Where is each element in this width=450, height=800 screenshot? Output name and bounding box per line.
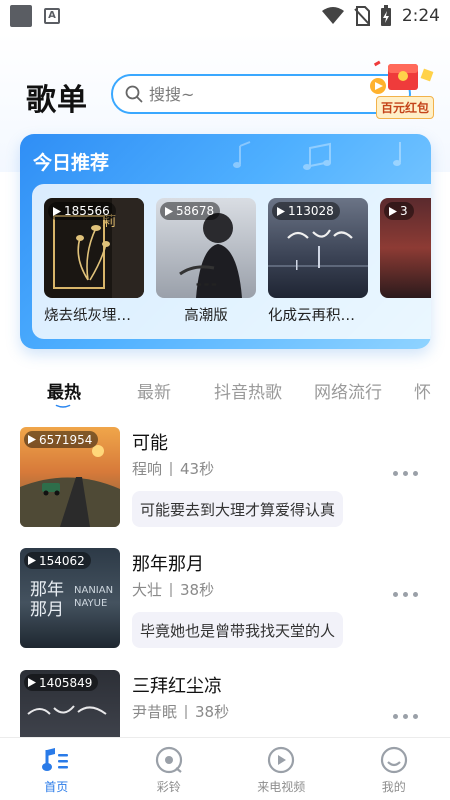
page-title: 歌单	[26, 83, 88, 118]
more-options-icon[interactable]	[393, 714, 418, 719]
nav-home[interactable]: 首页	[0, 738, 113, 800]
recommend-title: 今日推荐	[33, 152, 110, 174]
search-icon	[125, 85, 143, 103]
music-note-icon	[42, 748, 69, 771]
status-bar: A 2:24	[0, 0, 450, 32]
song-meta: 程响 43秒	[132, 458, 214, 479]
search-bar[interactable]	[111, 74, 411, 114]
song-item[interactable]: 6571954 可能 程响 43秒 可能要去到大理才算爱得认真	[0, 427, 450, 537]
song-cover: 6571954	[20, 427, 120, 527]
play-count: 6571954	[39, 432, 93, 447]
battery-charging-icon	[380, 5, 391, 26]
tab-douyin-hits[interactable]: 抖音热歌	[214, 378, 282, 403]
divider	[185, 704, 188, 719]
play-icon	[277, 206, 285, 216]
playlist-cover: 113028	[268, 198, 368, 298]
play-count-badge: 113028	[272, 202, 340, 220]
song-duration: 38秒	[195, 703, 230, 721]
play-count: 185566	[64, 204, 110, 218]
video-play-icon	[268, 746, 295, 774]
play-count: 58678	[176, 204, 215, 218]
play-count-badge: 154062	[24, 552, 91, 569]
playlist-cover: 3	[380, 198, 431, 298]
play-icon	[28, 678, 36, 687]
tab-nostalgic[interactable]: 怀	[414, 378, 431, 403]
play-icon	[28, 556, 36, 565]
playlist-cover: 莉 185566	[44, 198, 144, 298]
play-icon	[53, 206, 61, 216]
play-count: 3	[400, 204, 408, 218]
play-count-badge: 6571954	[24, 431, 99, 448]
red-packet-icon	[370, 60, 434, 94]
recommend-panel: 今日推荐 莉 185566 烧去纸灰埋烟... ▬ ▬ ▬ 58678 高潮版 …	[20, 134, 431, 349]
nav-label: 我的	[381, 780, 406, 794]
cover-text-cn: 那年 那月	[30, 580, 64, 620]
music-notes-decoration	[233, 141, 401, 170]
play-count: 113028	[288, 204, 334, 218]
profile-icon	[380, 746, 407, 774]
bottom-nav: 首页 彩铃 来电视频 我的	[0, 737, 450, 800]
red-packet-label: 百元红包	[376, 96, 435, 119]
playlist-card[interactable]: 莉 185566 烧去纸灰埋烟...	[44, 198, 144, 325]
nav-label: 来电视频	[257, 780, 306, 794]
playlist-card[interactable]: ▬ ▬ ▬ 58678 高潮版	[156, 198, 256, 325]
wifi-icon	[321, 7, 344, 24]
song-item[interactable]: 那年 那月 NANIAN NAYUE 154062 那年那月 大壮 38秒 毕竟…	[0, 548, 450, 658]
search-input[interactable]	[149, 84, 349, 104]
tab-internet-popular[interactable]: 网络流行	[314, 378, 382, 403]
active-tab-indicator	[55, 404, 71, 408]
red-packet-button[interactable]: 百元红包	[368, 56, 442, 122]
lyric-snippet: 可能要去到大理才算爱得认真	[132, 491, 344, 527]
recommend-list: 莉 185566 烧去纸灰埋烟... ▬ ▬ ▬ 58678 高潮版 11302…	[32, 184, 431, 339]
song-meta: 大壮 38秒	[132, 579, 214, 600]
playlist-cover: ▬ ▬ ▬ 58678	[156, 198, 256, 298]
play-count-badge: 58678	[160, 202, 221, 220]
clock: 2:24	[401, 6, 440, 26]
play-icon	[28, 435, 36, 444]
nav-label: 彩铃	[156, 780, 181, 794]
play-count-badge: 3	[384, 202, 414, 220]
playlist-name: 化成云再积成...	[268, 308, 368, 324]
play-icon	[165, 206, 173, 216]
artist-name: 大壮	[132, 581, 163, 599]
tab-hottest[interactable]: 最热	[47, 378, 81, 403]
more-options-icon[interactable]	[393, 592, 418, 597]
playlist-name: 烧去纸灰埋烟...	[44, 308, 144, 324]
nav-call-video[interactable]: 来电视频	[225, 738, 338, 800]
play-count-badge: 1405849	[24, 674, 99, 691]
ringtone-icon	[155, 746, 182, 774]
playlist-card[interactable]: 113028 化成云再积成...	[268, 198, 368, 325]
notification-icon	[10, 5, 32, 27]
playlist-name: 高潮版	[184, 308, 228, 324]
song-meta: 尹昔眠 38秒	[132, 701, 229, 722]
svg-text:▬ ▬ ▬: ▬ ▬ ▬	[196, 281, 217, 288]
cover-text-en: NANIAN NAYUE	[74, 585, 114, 609]
play-icon	[389, 206, 397, 216]
lyric-snippet: 毕竟她也是曾带我找天堂的人	[132, 612, 344, 648]
song-cover: 那年 那月 NANIAN NAYUE 154062	[20, 548, 120, 648]
song-title: 可能	[132, 433, 168, 454]
more-options-icon[interactable]	[393, 471, 418, 476]
divider	[170, 461, 173, 476]
nav-profile[interactable]: 我的	[338, 738, 450, 800]
nav-ringtone[interactable]: 彩铃	[113, 738, 226, 800]
artist-name: 程响	[132, 460, 163, 478]
status-right: 2:24	[321, 5, 440, 27]
divider	[170, 582, 173, 597]
play-count-badge: 185566	[48, 202, 116, 220]
app-notification-icon: A	[44, 8, 60, 24]
playlist-card[interactable]: 3	[380, 198, 431, 298]
tab-newest[interactable]: 最新	[137, 378, 171, 403]
play-count: 154062	[39, 553, 85, 568]
song-duration: 43秒	[180, 460, 215, 478]
song-title: 三拜红尘凉	[132, 676, 222, 697]
no-sim-icon	[354, 6, 370, 26]
nav-label: 首页	[44, 780, 69, 794]
song-title: 那年那月	[132, 554, 204, 575]
category-tabs: 最热 最新 抖音热歌 网络流行 怀	[0, 372, 450, 412]
artist-name: 尹昔眠	[132, 703, 178, 721]
song-duration: 38秒	[180, 581, 215, 599]
play-count: 1405849	[39, 675, 93, 690]
